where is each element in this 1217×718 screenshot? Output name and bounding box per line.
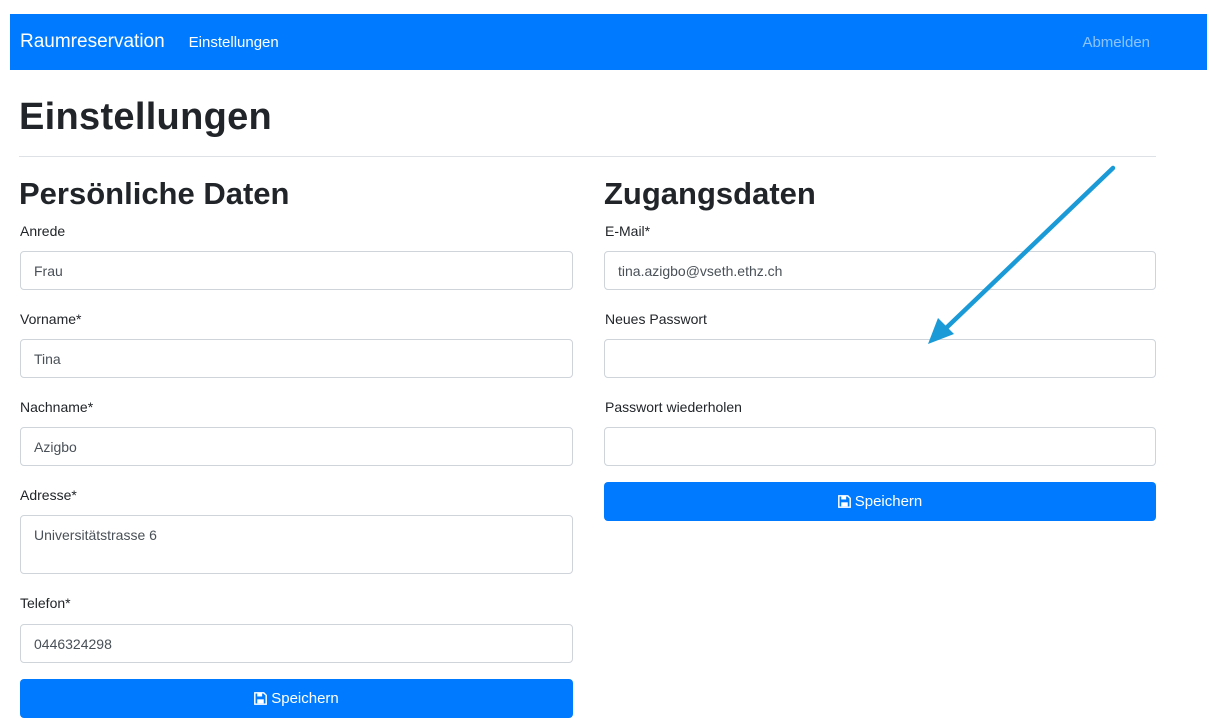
floppy-disk-icon bbox=[837, 495, 851, 508]
firstname-label: Vorname* bbox=[20, 311, 82, 327]
address-label: Adresse* bbox=[20, 487, 77, 503]
address-textarea[interactable]: Universitätstrasse 6 bbox=[20, 515, 573, 574]
access-data-heading: Zugangsdaten bbox=[604, 176, 816, 211]
floppy-disk-icon bbox=[254, 692, 268, 705]
save-access-button[interactable]: Speichern bbox=[604, 482, 1156, 521]
logout-link[interactable]: Abmelden bbox=[1082, 34, 1150, 51]
salutation-label: Anrede bbox=[20, 223, 66, 239]
personal-data-heading: Persönliche Daten bbox=[19, 176, 290, 211]
save-access-label: Speichern bbox=[854, 493, 923, 510]
nav-link-settings[interactable]: Einstellungen bbox=[189, 34, 279, 51]
phone-label: Telefon* bbox=[20, 595, 71, 611]
firstname-input[interactable] bbox=[20, 339, 573, 378]
save-personal-label: Speichern bbox=[271, 690, 339, 707]
new-password-input[interactable] bbox=[604, 339, 1156, 378]
page-title: Einstellungen bbox=[19, 96, 273, 138]
lastname-label: Nachname* bbox=[20, 399, 94, 415]
top-navbar: Raumreservation Einstellungen Abmelden bbox=[10, 14, 1207, 70]
email-input[interactable] bbox=[604, 251, 1156, 290]
save-personal-button[interactable]: Speichern bbox=[20, 679, 573, 718]
email-label: E-Mail* bbox=[605, 223, 651, 239]
repeat-password-input[interactable] bbox=[604, 427, 1156, 466]
repeat-password-label: Passwort wiederholen bbox=[605, 399, 742, 415]
phone-input[interactable] bbox=[20, 624, 573, 663]
lastname-input[interactable] bbox=[20, 427, 573, 466]
title-divider bbox=[19, 156, 1156, 157]
new-password-label: Neues Passwort bbox=[605, 311, 707, 327]
brand-link[interactable]: Raumreservation bbox=[20, 31, 165, 53]
salutation-input[interactable] bbox=[20, 251, 573, 290]
